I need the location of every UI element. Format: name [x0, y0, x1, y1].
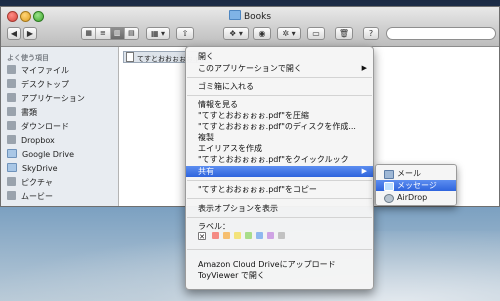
movies-icon [7, 191, 16, 200]
downloads-icon [7, 121, 16, 130]
menu-item-move-to-trash[interactable]: ゴミ箱に入れる [186, 81, 373, 92]
sidebar-item-label: アプリケーション [21, 94, 85, 103]
arrange-button[interactable]: ▦ ▾ [146, 27, 170, 40]
sidebar-item-label: ダウンロード [21, 122, 69, 131]
menu-label-heading: ラベル： [198, 222, 230, 231]
menu-separator [187, 180, 372, 181]
sidebar-item-label: デスクトップ [21, 80, 69, 89]
context-menu: 開く このアプリケーションで開く ▶ ゴミ箱に入れる 情報を見る "てすとおおぉぉ… [185, 46, 374, 290]
sidebar-item-pictures[interactable]: ピクチャ [7, 177, 115, 189]
menu-item-copy[interactable]: "てすとおおぉぉぉ.pdf"をコピー [186, 184, 373, 195]
quicklook-button[interactable]: ◉ [253, 27, 271, 40]
folder-icon [7, 149, 17, 158]
menu-item-amazon-cloud-drive[interactable]: Amazon Cloud Driveにアップロード [186, 259, 373, 270]
window-title: Books [1, 10, 499, 22]
sidebar-item-label: Dropbox [21, 136, 55, 145]
sidebar-item-label: ピクチャ [21, 178, 53, 187]
sidebar-item-all-files[interactable]: マイファイル [7, 65, 115, 77]
submenu-item-airdrop[interactable]: AirDrop [376, 192, 456, 203]
submenu-item-label: AirDrop [397, 193, 428, 202]
sidebar-item-label: SkyDrive [22, 164, 58, 173]
menu-item-toyviewer[interactable]: ToyViewer で開く [186, 270, 373, 281]
desktop-icon [7, 79, 16, 88]
all-files-icon [7, 65, 16, 74]
submenu-item-mail[interactable]: メール [376, 168, 456, 179]
menu-item-share[interactable]: 共有 ▶ [186, 166, 373, 177]
menu-item-open[interactable]: 開く [186, 51, 373, 62]
sidebar-item-applications[interactable]: アプリケーション [7, 93, 115, 105]
submenu-item-label: メール [397, 169, 421, 178]
label-swatch-green[interactable] [245, 232, 252, 239]
column-view-button[interactable]: ▥ [110, 28, 125, 39]
titlebar[interactable]: Books ◀ ▶ ▦ ≡ ▥ ▤ ▦ ▾ ⇧ ❖ ▾ ◉ ✲ ▾ ▭ 🗑 ? [1, 7, 499, 47]
menu-item-compress[interactable]: "てすとおおぉぉぉ.pdf"を圧縮 [186, 110, 373, 121]
sidebar-item-label: マイファイル [21, 66, 69, 75]
label-swatch-purple[interactable] [267, 232, 274, 239]
label-swatch-red[interactable] [212, 232, 219, 239]
label-swatch-gray[interactable] [278, 232, 285, 239]
icon-view-button[interactable]: ▦ [82, 28, 97, 39]
menu-separator [187, 217, 372, 218]
messages-icon [384, 182, 394, 191]
submenu-arrow-icon: ▶ [361, 167, 367, 175]
sidebar-item-desktop[interactable]: デスクトップ [7, 79, 115, 91]
applications-icon [7, 93, 16, 102]
sidebar-item-skydrive[interactable]: SkyDrive [7, 163, 115, 175]
menu-item-get-info[interactable]: 情報を見る [186, 99, 373, 110]
submenu-item-label: メッセージ [397, 181, 437, 190]
list-view-button[interactable]: ≡ [96, 28, 111, 39]
menu-item-label: このアプリケーションで開く [198, 64, 302, 73]
menu-item-duplicate[interactable]: 複製 [186, 132, 373, 143]
menu-item-open-with[interactable]: このアプリケーションで開く ▶ [186, 63, 373, 74]
pdf-file-icon [126, 52, 134, 62]
sidebar-item-documents[interactable]: 書類 [7, 107, 115, 119]
sidebar-item-movies[interactable]: ムービー [7, 191, 115, 203]
share-button[interactable]: ⇧ [176, 27, 194, 40]
sidebar-header: よく使う項目 [7, 54, 49, 62]
menu-separator [187, 77, 372, 78]
menu-item-label: 共有 [198, 167, 214, 176]
submenu-item-messages[interactable]: メッセージ [376, 180, 456, 191]
view-mode-segment[interactable]: ▦ ≡ ▥ ▤ [81, 27, 139, 40]
dropbox-icon [7, 135, 16, 144]
sidebar-item-label: 書類 [21, 108, 37, 117]
coverflow-view-button[interactable]: ▤ [124, 28, 138, 39]
sidebar-item-downloads[interactable]: ダウンロード [7, 121, 115, 133]
sidebar-item-label: Google Drive [22, 150, 75, 159]
help-button[interactable]: ? [363, 27, 379, 40]
back-button[interactable]: ◀ [7, 27, 21, 40]
sidebar-item-google-drive[interactable]: Google Drive [7, 149, 115, 161]
documents-icon [7, 107, 16, 116]
menu-item-make-alias[interactable]: エイリアスを作成 [186, 143, 373, 154]
submenu-arrow-icon: ▶ [361, 64, 367, 72]
airdrop-icon [384, 194, 394, 203]
share-submenu: メール メッセージ AirDrop [375, 164, 457, 206]
action-button[interactable]: ✲ ▾ [277, 27, 301, 40]
menu-separator [187, 249, 372, 250]
label-none-swatch[interactable]: ✕ [198, 232, 206, 241]
pictures-icon [7, 177, 16, 186]
dropbox-button[interactable]: ❖ ▾ [223, 27, 249, 40]
new-folder-button[interactable]: ▭ [307, 27, 325, 40]
folder-icon [228, 10, 241, 20]
folder-icon [7, 163, 17, 172]
search-input[interactable] [386, 27, 496, 40]
label-swatch-orange[interactable] [223, 232, 230, 239]
sidebar-item-dropbox[interactable]: Dropbox [7, 135, 115, 147]
window-title-text: Books [243, 12, 272, 22]
trash-button[interactable]: 🗑 [335, 27, 353, 40]
sidebar-item-label: ムービー [21, 192, 53, 201]
menu-item-quick-look[interactable]: "てすとおおぉぉぉ.pdf"をクイックルック [186, 154, 373, 165]
menu-separator [187, 95, 372, 96]
mail-icon [384, 170, 394, 179]
label-swatch-blue[interactable] [256, 232, 263, 239]
forward-button[interactable]: ▶ [23, 27, 37, 40]
menu-separator [187, 198, 372, 199]
menu-item-burn-disc[interactable]: "てすとおおぉぉぉ.pdf"のディスクを作成... [186, 121, 373, 132]
label-swatch-yellow[interactable] [234, 232, 241, 239]
menu-item-show-view-options[interactable]: 表示オプションを表示 [186, 203, 373, 214]
sidebar: よく使う項目 マイファイル デスクトップ アプリケーション 書類 ダウンロード … [1, 47, 119, 206]
